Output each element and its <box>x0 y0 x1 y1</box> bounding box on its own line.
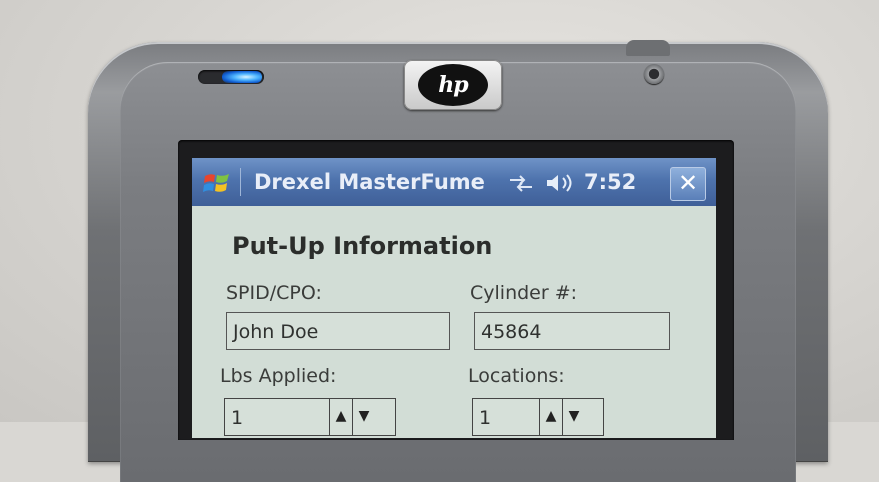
cylinder-label: Cylinder #: <box>470 282 578 304</box>
windows-flag-icon[interactable] <box>202 168 232 198</box>
lbs-applied-value: 1 <box>231 407 244 429</box>
hp-logo: hp <box>418 64 488 106</box>
locations-label: Locations: <box>468 365 565 387</box>
lbs-up-button[interactable]: ▲ <box>329 399 352 435</box>
spid-label: SPID/CPO: <box>226 282 322 304</box>
locations-stepper[interactable]: 1 ▲ ▼ <box>472 398 604 436</box>
brand-logo-plate: hp <box>404 60 502 110</box>
lbs-down-button[interactable]: ▼ <box>352 399 375 435</box>
locations-value: 1 <box>479 407 492 429</box>
power-button[interactable] <box>626 40 670 56</box>
sync-arrows-icon[interactable] <box>506 172 536 194</box>
clock[interactable]: 7:52 <box>584 170 636 194</box>
screen: Drexel MasterFume 7:52 ✕ Put-Up Informat… <box>192 158 716 438</box>
taskbar: Drexel MasterFume 7:52 ✕ <box>192 158 716 206</box>
close-button[interactable]: ✕ <box>670 167 706 201</box>
cylinder-input[interactable]: 45864 <box>474 312 670 350</box>
locations-up-button[interactable]: ▲ <box>539 399 562 435</box>
locations-down-button[interactable]: ▼ <box>562 399 585 435</box>
spid-input[interactable]: John Doe <box>226 312 450 350</box>
window-title: Drexel MasterFume <box>254 170 485 194</box>
form-heading: Put-Up Information <box>232 232 493 260</box>
notification-led-icon <box>222 71 262 83</box>
hardware-button[interactable] <box>644 64 664 84</box>
lbs-applied-stepper[interactable]: 1 ▲ ▼ <box>224 398 396 436</box>
lbs-applied-label: Lbs Applied: <box>220 365 337 387</box>
taskbar-separator <box>240 168 241 196</box>
speaker-icon[interactable] <box>544 172 576 194</box>
